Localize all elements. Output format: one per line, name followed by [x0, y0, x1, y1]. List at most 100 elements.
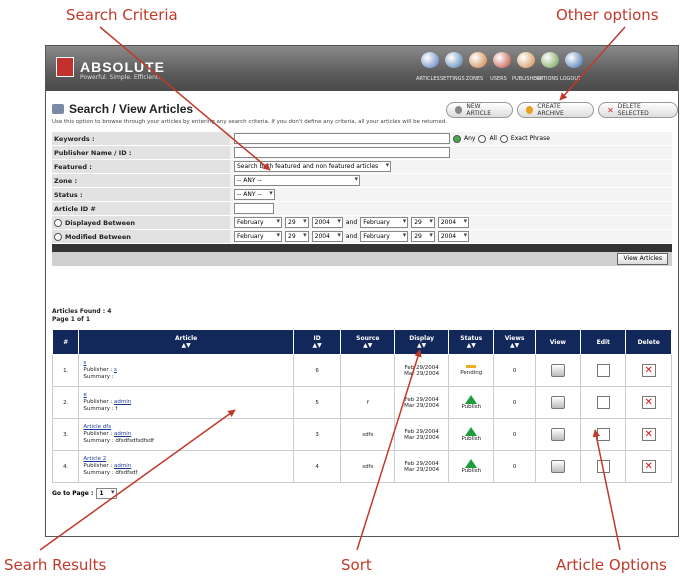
edit-icon[interactable] — [596, 396, 610, 409]
displayed-from-month[interactable]: February — [234, 217, 282, 228]
search-articles-icon — [52, 104, 64, 114]
column-header[interactable]: Display ▲▼ — [394, 329, 450, 355]
publish-icon — [465, 459, 478, 468]
new-article-button[interactable]: NEW ARTICLE — [446, 102, 514, 118]
toolbar-label: PUBLISHERS — [512, 76, 544, 82]
row-publisher: Publisher Name / ID : — [52, 146, 672, 160]
delete-icon: ✕ — [607, 105, 614, 115]
status-cell[interactable]: Publish — [448, 386, 495, 419]
modified-from-month[interactable]: February — [234, 231, 282, 242]
view-icon[interactable] — [550, 460, 565, 473]
modified-to-day[interactable]: 29 — [411, 231, 435, 242]
view-icon[interactable] — [550, 428, 565, 441]
view-cell — [534, 354, 582, 387]
sort-arrows-icon[interactable]: ▲▼ — [80, 342, 291, 349]
sort-arrows-icon[interactable]: ▲▼ — [495, 342, 533, 349]
displayed-to-day[interactable]: 29 — [411, 217, 435, 228]
article-id-value — [230, 202, 672, 215]
view-articles-button[interactable]: View Articles — [617, 253, 668, 265]
displayed-from-year[interactable]: 2004 — [311, 217, 343, 228]
publisher-prefix: Publisher : — [83, 367, 113, 373]
edit-icon[interactable] — [596, 428, 610, 441]
view-icon[interactable] — [550, 364, 565, 377]
sort-arrows-icon[interactable]: ▲▼ — [342, 342, 393, 349]
article-title-link[interactable]: e — [83, 392, 86, 398]
documents-icon[interactable] — [421, 52, 439, 68]
modified-from-day[interactable]: 29 — [285, 231, 309, 242]
delete-icon[interactable]: ✕ — [641, 364, 656, 377]
users-icon[interactable] — [493, 52, 511, 68]
column-header: # — [51, 329, 80, 355]
sort-arrows-icon[interactable]: ▲▼ — [450, 342, 492, 349]
status-select[interactable]: -- ANY -- — [234, 189, 275, 200]
goto-select[interactable]: 1 — [96, 488, 117, 499]
modified-checkbox[interactable] — [54, 232, 62, 241]
match-exact-radio[interactable] — [499, 134, 508, 143]
options-icon[interactable] — [541, 52, 559, 68]
displayed-to-year[interactable]: 2004 — [437, 217, 470, 228]
article-title-link[interactable]: s — [83, 360, 86, 366]
article-title-line: Article dfs — [83, 424, 291, 431]
sort-arrows-icon[interactable]: ▲▼ — [295, 342, 340, 349]
modified-to-month[interactable]: February — [360, 231, 409, 242]
settings-icon[interactable] — [445, 52, 463, 68]
results-table: # Article ▲▼ ID ▲▼ Source ▲▼ Display ▲▼ Status ▲▼ V… — [51, 329, 672, 483]
view-icon[interactable] — [550, 396, 565, 409]
delete-icon[interactable]: ✕ — [641, 428, 656, 441]
logout-icon[interactable] — [565, 52, 583, 68]
table-row: 1. s Publisher : s Summary : 6 Feb 29/2004 Ma… — [51, 354, 672, 387]
zone-select[interactable]: -- ANY -- — [234, 175, 360, 186]
top-buttons: NEW ARTICLE CREATE ARCHIVE ✕ DELETE SELE… — [446, 102, 678, 118]
article-id-input[interactable] — [234, 203, 274, 214]
displayed-to-month[interactable]: February — [360, 217, 409, 228]
keywords-input[interactable] — [234, 133, 450, 144]
publisher-link[interactable]: admin — [114, 399, 131, 405]
article-id: 3 — [292, 418, 342, 451]
logo-text: ABSOLUTE — [80, 59, 165, 75]
new-article-label: NEW ARTICLE — [466, 103, 491, 117]
publisher-input[interactable] — [234, 147, 450, 158]
zones-icon[interactable] — [469, 52, 487, 68]
match-any-radio[interactable] — [453, 134, 461, 143]
article-title-link[interactable]: Article 2 — [83, 456, 106, 462]
status-cell[interactable]: Publish — [448, 418, 495, 451]
article-title-link[interactable]: Article dfs — [83, 424, 111, 430]
sort-arrows-icon[interactable]: ▲▼ — [396, 342, 447, 349]
page-indicator: Page 1 of 1 — [52, 316, 90, 323]
edit-icon[interactable] — [596, 460, 610, 473]
edit-icon[interactable] — [596, 364, 610, 377]
column-header[interactable]: Status ▲▼ — [448, 329, 495, 355]
view-cell — [534, 386, 582, 419]
table-header-row: # Article ▲▼ ID ▲▼ Source ▲▼ Display ▲▼ Status ▲▼ V… — [51, 329, 672, 355]
delete-icon[interactable]: ✕ — [641, 396, 656, 409]
match-all-radio[interactable] — [478, 134, 487, 143]
column-header[interactable]: Source ▲▼ — [340, 329, 396, 355]
featured-label: Featured : — [52, 160, 230, 173]
displayed-from-day[interactable]: 29 — [285, 217, 309, 228]
toolbar-label: USERS — [490, 76, 507, 82]
modified-to-year[interactable]: 2004 — [437, 231, 470, 242]
status-cell[interactable]: Publish — [448, 450, 495, 483]
modified-dates: February 29 2004 and February 29 2004 — [230, 230, 672, 243]
table-row: 4. Article 2 Publisher : admin Summary : df… — [51, 450, 672, 483]
delete-icon[interactable]: ✕ — [641, 460, 656, 473]
form-actions: View Articles — [52, 252, 672, 266]
column-header[interactable]: Views ▲▼ — [493, 329, 536, 355]
featured-select[interactable]: Search both featured and non featured ar… — [234, 161, 392, 172]
column-header[interactable]: Article ▲▼ — [78, 329, 294, 355]
column-header[interactable]: ID ▲▼ — [292, 329, 342, 355]
summary-prefix: Summary : — [83, 374, 114, 380]
modified-from-year[interactable]: 2004 — [311, 231, 343, 242]
displayed-checkbox[interactable] — [54, 218, 62, 227]
display-dates: Feb 29/2004 Mar 29/2004 — [394, 450, 450, 483]
publishers-icon[interactable] — [517, 52, 535, 68]
publisher-link[interactable]: admin — [114, 463, 131, 469]
column-header-label: Status — [460, 335, 483, 342]
status-cell[interactable]: Pending — [448, 354, 495, 387]
publisher-link[interactable]: admin — [114, 431, 131, 437]
publisher-link[interactable]: s — [114, 367, 117, 373]
create-archive-button[interactable]: CREATE ARCHIVE — [517, 102, 595, 118]
article-source: sdfs — [340, 418, 396, 451]
delete-selected-button[interactable]: ✕ DELETE SELECTED — [598, 102, 678, 118]
column-header-label: ID — [313, 335, 321, 342]
